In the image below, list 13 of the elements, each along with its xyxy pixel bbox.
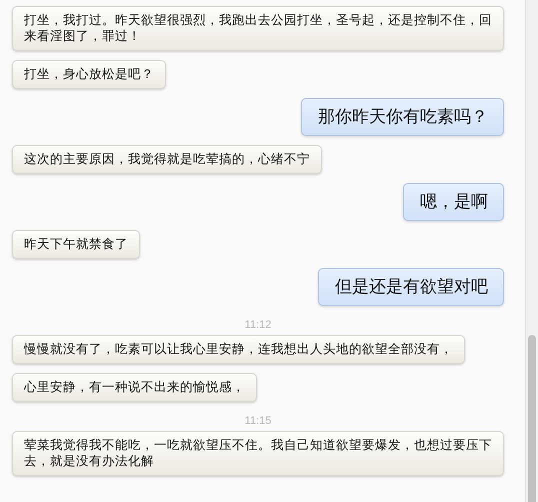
- scrollbar-thumb[interactable]: [528, 335, 536, 502]
- message-bubble: 这次的主要原因，我觉得就是吃荤搞的，心绪不宁: [12, 145, 322, 174]
- message-bubble: 打坐，我打过。昨天欲望很强烈，我跑出去公园打坐，圣号起，还是控制不住，回来看淫图了，罪过！: [12, 6, 504, 51]
- timestamp: 11:12: [244, 319, 272, 331]
- message-bubble: 昨天下午就禁食了: [12, 230, 140, 259]
- message-bubble: 但是还是有欲望对吧: [318, 268, 504, 306]
- message-bubble: 荤菜我觉得我不能吃，一吃就欲望压不住。我自己知道欲望要爆发，也想过要压下去，就是没有办法化解: [12, 431, 504, 476]
- message-bubble: 打坐，身心放松是吧？: [12, 60, 166, 89]
- message-bubble: 慢慢就没有了，吃素可以让我心里安静，连我想出人头地的欲望全部没有，: [12, 335, 465, 364]
- message-bubble: 嗯，是啊: [403, 183, 504, 221]
- timestamp: 11:15: [244, 415, 272, 427]
- message-bubble: 心里安静，有一种说不出来的愉悦感，: [12, 373, 257, 402]
- message-bubble: 那你昨天你有吃素吗？: [301, 98, 504, 136]
